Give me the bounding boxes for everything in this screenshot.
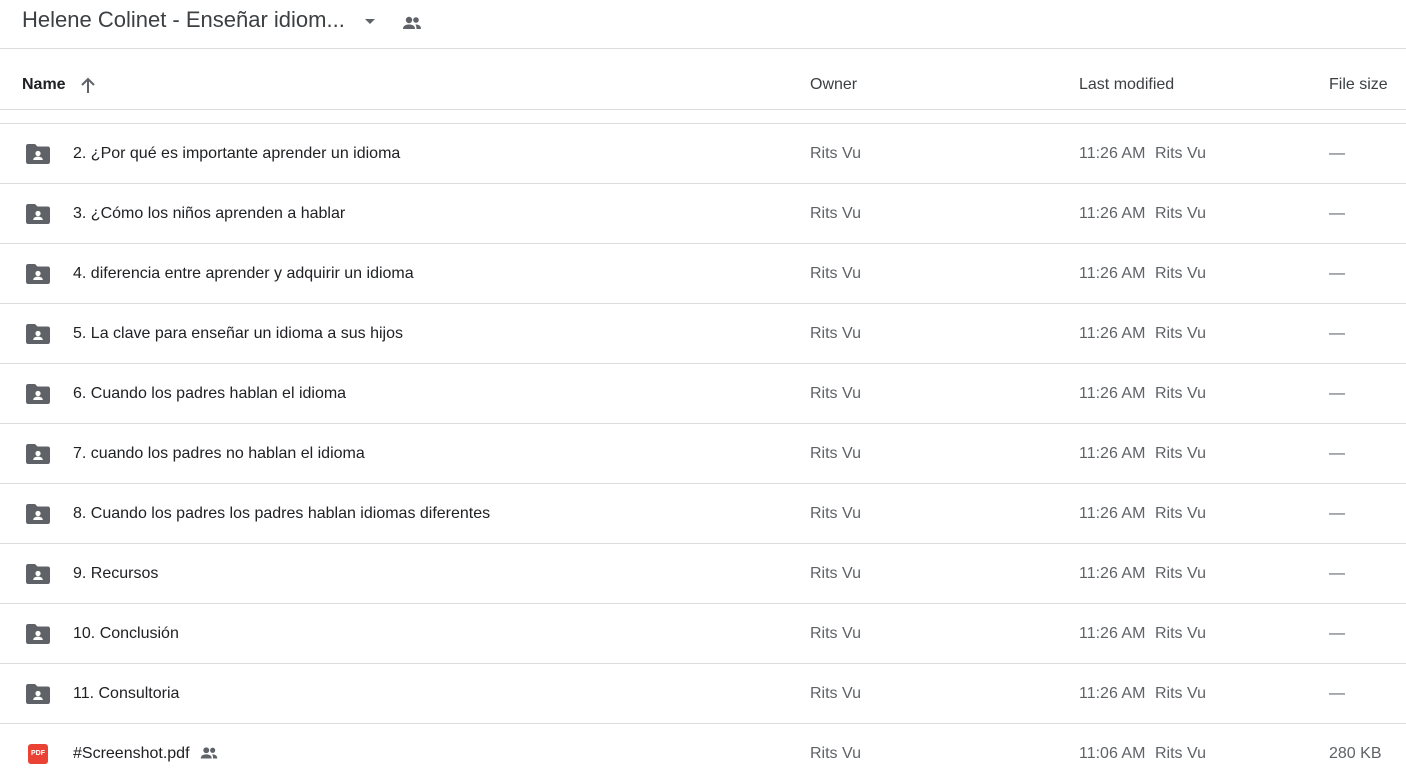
file-size: —: [1329, 565, 1345, 582]
file-owner: Rits Vu: [810, 625, 861, 642]
file-size: 280 KB: [1329, 745, 1382, 762]
modified-by: Rits Vu: [1155, 685, 1206, 702]
shared-folder-icon: [25, 143, 51, 165]
file-owner: Rits Vu: [810, 565, 861, 582]
file-name[interactable]: 3. ¿Cómo los niños aprenden a hablar: [73, 205, 345, 223]
file-row[interactable]: 5. La clave para enseñar un idioma a sus…: [0, 304, 1406, 364]
modified-time: 11:26 AM: [1079, 505, 1146, 522]
column-header: Name Owner Last modified File size: [0, 50, 1406, 110]
file-owner: Rits Vu: [810, 325, 861, 342]
file-list: 2. ¿Por qué es importante aprender un id…: [0, 124, 1406, 784]
file-owner: Rits Vu: [810, 505, 861, 522]
file-size: —: [1329, 625, 1345, 642]
file-row[interactable]: 3. ¿Cómo los niños aprenden a hablar Rits…: [0, 184, 1406, 244]
modified-time: 11:26 AM: [1079, 685, 1146, 702]
folder-title[interactable]: Helene Colinet - Enseñar idiom...: [22, 7, 345, 33]
file-row[interactable]: 7. cuando los padres no hablan el idioma…: [0, 424, 1406, 484]
file-name[interactable]: 6. Cuando los padres hablan el idioma: [73, 385, 346, 403]
people-icon: [198, 742, 220, 764]
file-size: —: [1329, 265, 1345, 282]
column-last-modified[interactable]: Last modified: [1079, 76, 1174, 94]
modified-time: 11:26 AM: [1079, 625, 1146, 642]
file-owner: Rits Vu: [810, 205, 861, 222]
file-size: —: [1329, 205, 1345, 222]
modified-by: Rits Vu: [1155, 505, 1206, 522]
shared-folder-icon: [25, 323, 51, 345]
file-row[interactable]: 11. Consultoria Rits Vu 11:26 AM Rits Vu —: [0, 664, 1406, 724]
file-row[interactable]: 4. diferencia entre aprender y adquirir …: [0, 244, 1406, 304]
shared-folder-icon: [25, 203, 51, 225]
modified-time: 11:06 AM: [1079, 745, 1146, 762]
file-name[interactable]: 11. Consultoria: [73, 685, 179, 703]
modified-by: Rits Vu: [1155, 565, 1206, 582]
shared-folder-icon: [25, 623, 51, 645]
file-owner: Rits Vu: [810, 145, 861, 162]
modified-time: 11:26 AM: [1079, 385, 1146, 402]
pdf-icon: PDF: [28, 744, 48, 764]
shared-folder-icon: [25, 383, 51, 405]
file-name[interactable]: #Screenshot.pdf: [73, 745, 190, 763]
modified-by: Rits Vu: [1155, 625, 1206, 642]
shared-folder-icon: [25, 683, 51, 705]
arrow-drop-down-icon[interactable]: [362, 13, 378, 29]
file-owner: Rits Vu: [810, 265, 861, 282]
modified-by: Rits Vu: [1155, 265, 1206, 282]
modified-by: Rits Vu: [1155, 205, 1206, 222]
file-size: —: [1329, 505, 1345, 522]
file-size: —: [1329, 445, 1345, 462]
file-name[interactable]: 2. ¿Por qué es importante aprender un id…: [73, 145, 400, 163]
file-owner: Rits Vu: [810, 745, 861, 762]
file-size: —: [1329, 325, 1345, 342]
file-owner: Rits Vu: [810, 685, 861, 702]
arrow-upward-icon[interactable]: [78, 76, 98, 96]
file-row[interactable]: PDF #Screenshot.pdf Rits Vu 11:06 AM Rits Vu…: [0, 724, 1406, 784]
file-row[interactable]: 6. Cuando los padres hablan el idioma Rit…: [0, 364, 1406, 424]
modified-time: 11:26 AM: [1079, 265, 1146, 282]
file-name[interactable]: 4. diferencia entre aprender y adquirir …: [73, 265, 414, 283]
shared-folder-icon: [25, 503, 51, 525]
modified-by: Rits Vu: [1155, 445, 1206, 462]
shared-folder-icon: [25, 263, 51, 285]
column-file-size[interactable]: File size: [1329, 76, 1388, 94]
file-size: —: [1329, 685, 1345, 702]
file-row[interactable]: 10. Conclusión Rits Vu 11:26 AM Rits Vu —: [0, 604, 1406, 664]
file-row[interactable]: 9. Recursos Rits Vu 11:26 AM Rits Vu —: [0, 544, 1406, 604]
modified-time: 11:26 AM: [1079, 565, 1146, 582]
modified-by: Rits Vu: [1155, 385, 1206, 402]
file-name[interactable]: 8. Cuando los padres los padres hablan i…: [73, 505, 490, 523]
modified-by: Rits Vu: [1155, 325, 1206, 342]
modified-time: 11:26 AM: [1079, 325, 1146, 342]
file-owner: Rits Vu: [810, 445, 861, 462]
file-row[interactable]: 2. ¿Por qué es importante aprender un id…: [0, 124, 1406, 184]
shared-folder-icon: [25, 443, 51, 465]
modified-by: Rits Vu: [1155, 745, 1206, 762]
file-row[interactable]: 8. Cuando los padres los padres hablan i…: [0, 484, 1406, 544]
file-size: —: [1329, 145, 1345, 162]
shared-folder-icon: [25, 563, 51, 585]
column-owner[interactable]: Owner: [810, 76, 857, 94]
modified-time: 11:26 AM: [1079, 145, 1146, 162]
file-name[interactable]: 5. La clave para enseñar un idioma a sus…: [73, 325, 403, 343]
modified-time: 11:26 AM: [1079, 205, 1146, 222]
modified-by: Rits Vu: [1155, 145, 1206, 162]
modified-time: 11:26 AM: [1079, 445, 1146, 462]
file-owner: Rits Vu: [810, 385, 861, 402]
file-size: —: [1329, 385, 1345, 402]
file-name[interactable]: 7. cuando los padres no hablan el idioma: [73, 445, 365, 463]
people-icon: [403, 16, 421, 29]
top-bar: Helene Colinet - Enseñar idiom...: [0, 0, 1406, 49]
file-name[interactable]: 10. Conclusión: [73, 625, 179, 643]
file-name[interactable]: 9. Recursos: [73, 565, 158, 583]
column-name[interactable]: Name: [22, 76, 66, 94]
